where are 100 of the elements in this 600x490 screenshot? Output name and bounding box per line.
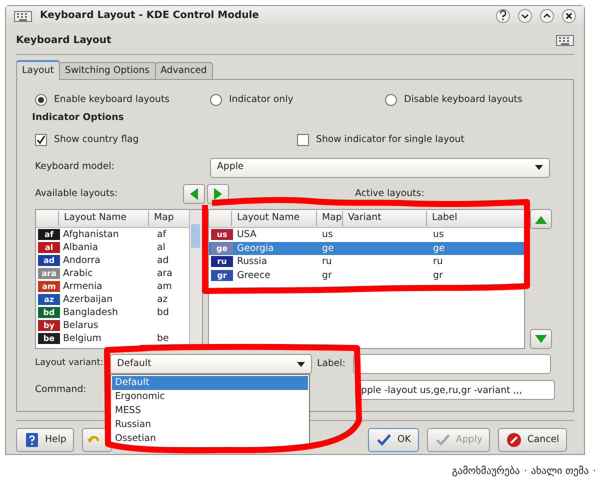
field-label: Label:: [317, 356, 346, 371]
separator-dot: ·: [592, 465, 596, 479]
table-cell-text: Afghanistan: [63, 228, 120, 241]
table-cell: bd: [157, 306, 169, 319]
command-field[interactable]: pple -layout us,ge,ru,gr -variant ,,,: [355, 380, 555, 400]
list-label: Available layouts:: [35, 186, 119, 201]
table-cell: be: [157, 332, 169, 345]
ok-button[interactable]: OK: [368, 428, 419, 452]
page-heading: Keyboard Layout: [16, 34, 112, 48]
separator-dot: ·: [524, 465, 528, 479]
field-label: Command:: [35, 382, 86, 397]
undo-arrow-icon: [87, 436, 100, 444]
table-cell: ad: [157, 254, 169, 267]
table-cell-text: Armenia: [63, 280, 104, 293]
flag-icon: ad: [38, 255, 60, 266]
column-header[interactable]: Variant: [342, 211, 426, 226]
window-title: Keyboard Layout - KDE Control Module: [40, 9, 259, 23]
table-cell: af: [157, 228, 166, 241]
right-arrow-icon: [213, 188, 223, 200]
flag-icon: by: [38, 320, 60, 331]
help-book-icon: [24, 432, 40, 448]
close-button[interactable]: [562, 8, 576, 22]
flag-icon: az: [38, 294, 60, 305]
caret-icon: [535, 165, 543, 170]
flag-icon: ru: [211, 256, 233, 268]
cancel-icon: [506, 432, 522, 448]
down-arrow-icon: [535, 334, 547, 344]
dropdown-option[interactable]: Ossetian: [112, 432, 308, 446]
cancel-button[interactable]: Cancel: [498, 428, 568, 452]
move-left-button[interactable]: [183, 184, 205, 204]
table-cell: al: [157, 241, 166, 254]
flag-icon: bd: [38, 307, 60, 318]
table-cell: az: [157, 293, 168, 306]
radio-button[interactable]: [210, 94, 222, 106]
field-label: Keyboard model:: [35, 160, 116, 174]
list-label: Active layouts:: [355, 186, 424, 201]
dropdown-option[interactable]: Ergonomic: [112, 390, 308, 404]
radio-button[interactable]: [385, 94, 397, 106]
footer-link[interactable]: ახალი თემა: [531, 464, 589, 479]
help-button[interactable]: Help: [16, 428, 74, 452]
checkbox-label[interactable]: Show country flag: [54, 132, 139, 148]
dropdown-option[interactable]: MESS: [112, 404, 308, 418]
label-field[interactable]: [353, 354, 551, 374]
check-icon: [36, 135, 46, 145]
flag-icon: af: [38, 229, 60, 240]
table-cell-text: Albania: [63, 241, 100, 254]
checkbox-label[interactable]: Show indicator for single layout: [316, 132, 464, 148]
move-up-button[interactable]: [530, 209, 552, 229]
dropdown-option[interactable]: Default: [112, 376, 308, 390]
table-cell-text: Belgium: [63, 332, 102, 345]
move-down-button[interactable]: [530, 329, 552, 349]
radio-button[interactable]: [35, 94, 47, 106]
maximize-button[interactable]: [540, 8, 554, 22]
tab[interactable]: Layout: [16, 60, 60, 80]
radio-label[interactable]: Disable keyboard layouts: [404, 92, 522, 108]
help-button[interactable]: [496, 8, 510, 22]
radio-label[interactable]: Enable keyboard layouts: [54, 92, 170, 108]
table-cell-text: Azerbaijan: [63, 293, 114, 306]
keyboard-icon: [556, 33, 574, 47]
checkbox[interactable]: [35, 134, 47, 146]
dropdown-option[interactable]: Russian: [112, 418, 308, 432]
help-icon: [497, 8, 509, 22]
footer-link[interactable]: გამოხმაურება: [452, 464, 520, 479]
left-arrow-icon: [189, 188, 199, 200]
caret-icon: [297, 362, 305, 366]
field-label: Layout variant:: [35, 357, 104, 370]
list-row[interactable]: us USA us us: [209, 228, 524, 242]
flag-icon: ge: [211, 242, 233, 254]
table-cell: am: [157, 280, 172, 293]
column-header[interactable]: Layout Name: [58, 211, 148, 226]
column-header[interactable]: Label: [426, 211, 516, 226]
up-arrow-icon: [535, 214, 547, 224]
radio-label[interactable]: Indicator only: [229, 92, 294, 108]
column-header[interactable]: Map: [148, 211, 186, 226]
minimize-button[interactable]: [518, 8, 532, 22]
check-icon: [376, 432, 392, 448]
scroll-thumb[interactable]: [191, 224, 200, 248]
table-cell-text: Andorra: [63, 254, 102, 267]
table-cell: ara: [157, 267, 172, 280]
list-row[interactable]: ru Russia ru ru: [209, 255, 524, 268]
keyboard-icon: [14, 8, 32, 22]
flag-icon: ara: [38, 268, 60, 279]
column-header[interactable]: Map: [316, 211, 342, 226]
table-cell-text: Belarus: [63, 319, 100, 332]
flag-icon: al: [38, 242, 60, 253]
table-cell-text: Arabic: [63, 267, 94, 280]
keyboard-model-dropdown[interactable]: Apple: [210, 158, 550, 178]
tab[interactable]: Switching Options: [58, 62, 156, 80]
column-header[interactable]: Layout Name: [231, 211, 316, 226]
check-icon: [434, 432, 451, 448]
flag-icon: us: [211, 229, 233, 240]
flag-icon: am: [38, 281, 60, 292]
list-row[interactable]: ge Georgia ge ge: [209, 242, 524, 255]
flag-icon: be: [38, 333, 60, 344]
section-heading: Indicator Options: [32, 111, 125, 125]
flag-icon: gr: [211, 270, 233, 281]
checkbox[interactable]: [297, 134, 309, 146]
list-row[interactable]: gr Greece gr gr: [209, 268, 524, 282]
table-cell-text: Bangladesh: [63, 306, 119, 319]
tab[interactable]: Advanced: [154, 62, 213, 80]
